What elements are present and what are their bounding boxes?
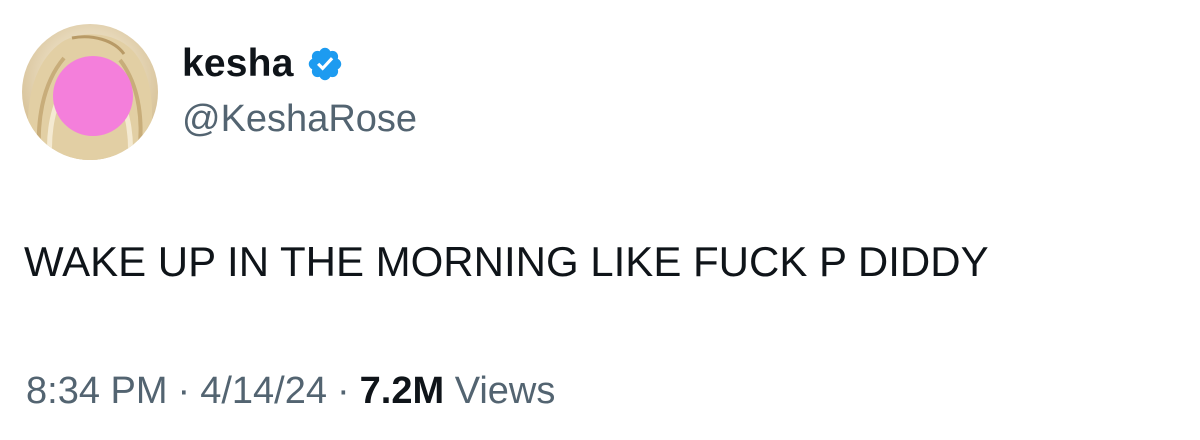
meta-separator: · bbox=[177, 370, 191, 412]
avatar-overlay bbox=[53, 56, 133, 136]
views-count[interactable]: 7.2M bbox=[360, 370, 444, 412]
tweet-time[interactable]: 8:34 PM bbox=[26, 370, 168, 412]
tweet-card: kesha @KeshaRose WAKE UP IN THE MORNING … bbox=[0, 0, 1200, 440]
avatar[interactable] bbox=[22, 24, 158, 160]
avatar-image bbox=[27, 34, 153, 160]
meta-separator: · bbox=[336, 370, 350, 412]
user-handle[interactable]: @KeshaRose bbox=[182, 98, 417, 141]
display-name[interactable]: kesha bbox=[182, 42, 294, 86]
tweet-meta: 8:34 PM · 4/14/24 · 7.2M Views bbox=[26, 370, 555, 413]
tweet-date[interactable]: 4/14/24 bbox=[200, 370, 327, 412]
author-info: kesha @KeshaRose bbox=[182, 38, 417, 141]
views-label: Views bbox=[454, 370, 556, 412]
tweet-text: WAKE UP IN THE MORNING LIKE FUCK P DIDDY bbox=[24, 238, 989, 285]
verified-badge-icon[interactable] bbox=[306, 45, 344, 83]
display-name-row: kesha bbox=[182, 38, 417, 90]
